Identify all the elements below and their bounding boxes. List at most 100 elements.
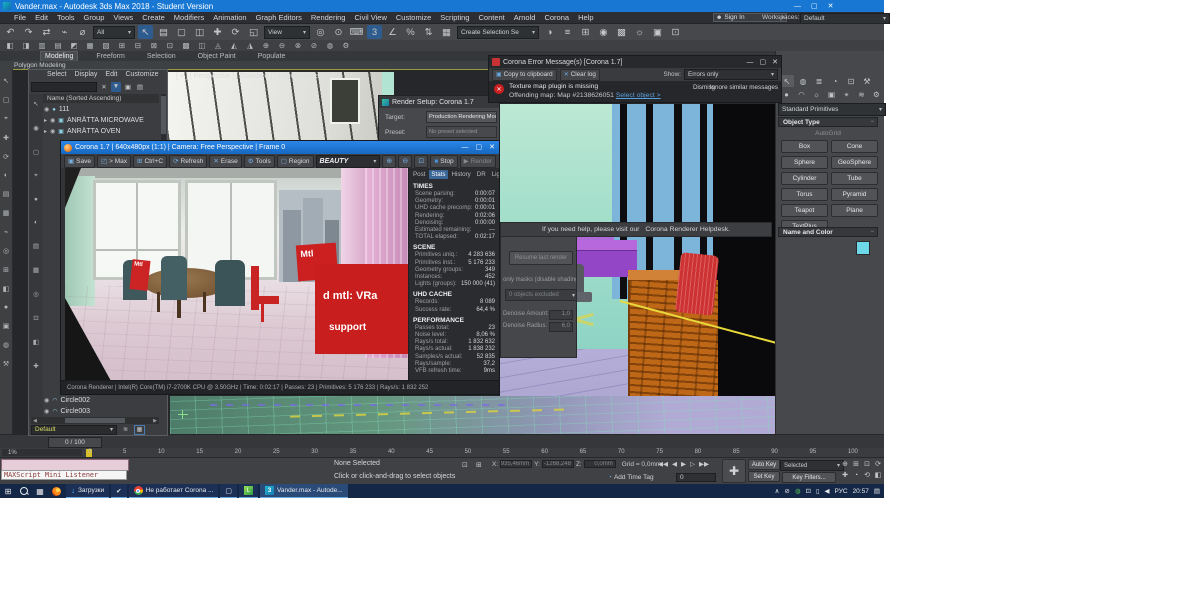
menu-item[interactable]: Corona	[544, 13, 569, 22]
toolbar-icon[interactable]: ▧	[100, 41, 112, 51]
category-icon[interactable]: ≋	[855, 89, 868, 100]
reference-coordinate-select[interactable]: View	[264, 26, 310, 39]
toolbar-icon[interactable]: ●	[4, 304, 8, 311]
expand-arrow-icon[interactable]: ▸	[44, 117, 47, 124]
toolbar-icon[interactable]: ◩	[68, 41, 80, 51]
language-indicator[interactable]: РУС	[835, 488, 848, 495]
filter-icon[interactable]: ▼	[111, 82, 121, 92]
key-selection-select[interactable]: Selected	[780, 460, 844, 471]
toolbar-icon[interactable]: ▤	[52, 41, 64, 51]
clock[interactable]: 20:57	[853, 488, 869, 495]
maxscript-input-field[interactable]: MAXScript Mini Listener	[1, 470, 127, 480]
toolbar-icon[interactable]: ▦	[3, 209, 10, 217]
toolbar-icon[interactable]: ⊞	[578, 25, 593, 39]
toolbar-icon[interactable]: ◱	[246, 25, 261, 39]
clear-search-icon[interactable]: ✕	[99, 82, 109, 92]
minimize-icon[interactable]: —	[462, 144, 469, 151]
nav-icon[interactable]: ⟲	[862, 470, 872, 480]
zoom-icon[interactable]: ⊡	[414, 155, 428, 168]
named-selection-select[interactable]: Create Selection Se	[457, 26, 539, 39]
primitive-button[interactable]: Plane	[831, 204, 878, 217]
maximize-icon[interactable]: ▢	[760, 58, 767, 66]
ribbon-tab[interactable]: Freeform	[92, 52, 128, 61]
toolbar-icon[interactable]: ◎	[313, 25, 328, 39]
toolbar-icon[interactable]: ⊡	[668, 25, 683, 39]
toolbar-icon[interactable]: ▥	[36, 41, 48, 51]
create-keyframe-button[interactable]: ✚	[722, 459, 746, 483]
x-coordinate-field[interactable]: 935,46mm	[500, 460, 532, 468]
toolbar-icon[interactable]: ▦	[33, 266, 39, 274]
vfb-toolbar-button[interactable]: ✕Erase	[209, 155, 241, 168]
menu-item[interactable]: Modifiers	[174, 13, 204, 22]
scroll-left-icon[interactable]: ◀	[31, 418, 39, 424]
toolbar-icon[interactable]: ⇅	[421, 25, 436, 39]
absolute-mode-icon[interactable]: ⊞	[476, 461, 482, 469]
horizontal-scrollbar[interactable]: ◀ ▶	[31, 417, 159, 424]
toolbar-icon[interactable]: 3	[367, 25, 382, 39]
preset-select[interactable]: No preset selected	[426, 126, 497, 138]
list-item[interactable]: ◉ ◠ Circle003	[44, 406, 159, 417]
toolbar-icon[interactable]: ⊕	[260, 41, 272, 51]
zoom-icon[interactable]: ⊕	[382, 155, 396, 168]
explorer-menu-item[interactable]: Display	[74, 71, 97, 78]
select-object-link[interactable]: Select object >	[616, 92, 661, 99]
category-icon[interactable]: ☼	[810, 89, 823, 100]
time-slider[interactable]: 0 / 100	[48, 437, 102, 448]
render-pass-select[interactable]: BEAUTY	[316, 155, 381, 168]
primitive-button[interactable]: Box	[781, 140, 828, 153]
playback-icon[interactable]: ◀◀	[658, 460, 668, 468]
toolbar-icon[interactable]: ◍	[3, 341, 9, 349]
vfb-toolbar-button[interactable]: ▣Save	[64, 155, 95, 168]
toolbar-icon[interactable]: ↖	[33, 100, 38, 108]
playback-icon[interactable]: ▶▶	[699, 460, 709, 468]
explorer-menu-item[interactable]: Edit	[105, 71, 117, 78]
start-button-icon[interactable]: ⊞	[0, 484, 16, 498]
panel-tab-icon[interactable]: ⚒	[860, 75, 874, 87]
menu-item[interactable]: File	[14, 13, 26, 22]
toolbar-icon[interactable]: ◎	[3, 247, 9, 255]
explorer-preset-select[interactable]: Default	[31, 425, 117, 435]
minimize-icon[interactable]: —	[747, 59, 754, 66]
toolbar-icon[interactable]: ◉	[596, 25, 611, 39]
nav-icon[interactable]: ◔	[851, 470, 861, 480]
toolbar-icon[interactable]: ▦	[439, 25, 454, 39]
vfb-tab[interactable]: History	[450, 170, 473, 179]
search-input[interactable]	[31, 82, 97, 92]
vfb-toolbar-button[interactable]: ⊞Ctrl+C	[133, 155, 167, 168]
nav-icon[interactable]: ⟳	[873, 459, 883, 469]
autogrid-checkbox[interactable]: AutoGrid	[776, 130, 880, 137]
close-icon[interactable]: ✕	[772, 58, 778, 66]
toolbar-icon[interactable]: ↶	[3, 25, 18, 39]
close-icon[interactable]: ✕	[489, 143, 495, 151]
toolbar-icon[interactable]: %	[403, 25, 418, 39]
menu-item[interactable]: Create	[142, 13, 165, 22]
toolbar-icon[interactable]: ▢	[174, 25, 189, 39]
z-coordinate-field[interactable]: 0,0mm	[584, 460, 616, 468]
toolbar-icon[interactable]: ◐	[34, 219, 38, 226]
ribbon-tab[interactable]: Selection	[143, 52, 180, 61]
list-item[interactable]: ◉ ◠ Circle002	[44, 395, 159, 406]
category-icon[interactable]: ▣	[825, 89, 838, 100]
menu-item[interactable]: Civil View	[354, 13, 386, 22]
volume-icon[interactable]: ◀	[825, 487, 830, 495]
firefox-icon[interactable]	[48, 484, 64, 498]
toolbar-icon[interactable]: ◎	[33, 290, 39, 298]
playback-icon[interactable]: ▷	[690, 460, 695, 468]
toolbar-icon[interactable]: ⟳	[228, 25, 243, 39]
primitive-button[interactable]: Torus	[781, 188, 828, 201]
primitive-button[interactable]: Pyramid	[831, 188, 878, 201]
ribbon-tab[interactable]: Modeling	[40, 51, 78, 61]
toolbar-icon[interactable]: ⊡	[164, 41, 176, 51]
toolbar-icon[interactable]: ⚒	[3, 360, 9, 368]
tray-expand-icon[interactable]: ∧	[775, 487, 780, 495]
selection-filter-select[interactable]: All	[93, 26, 135, 39]
excluded-objects-select[interactable]: 0 objects excluded	[505, 289, 577, 301]
primitive-button[interactable]: Sphere	[781, 156, 828, 169]
toolbar-icon[interactable]: ⊗	[292, 41, 304, 51]
toolbar-icon[interactable]: ⊖	[276, 41, 288, 51]
toolbar-icon[interactable]: ⊙	[331, 25, 346, 39]
toolbar-icon[interactable]: ◧	[33, 338, 39, 346]
menu-item[interactable]: Edit	[35, 13, 48, 22]
menu-item[interactable]: Views	[113, 13, 133, 22]
close-icon[interactable]: ✕	[828, 2, 834, 10]
